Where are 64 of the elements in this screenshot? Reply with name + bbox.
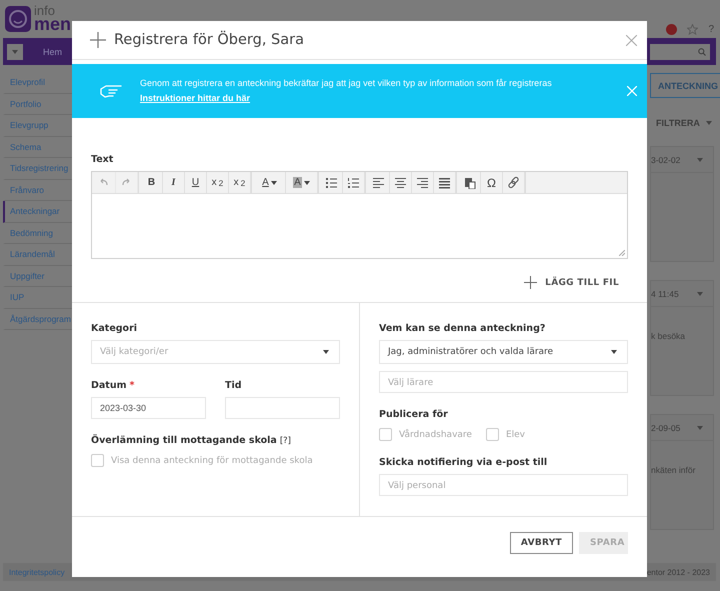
time-field[interactable] <box>225 397 340 419</box>
note-text: k besöka <box>651 331 686 341</box>
field-label: Datum * <box>91 380 136 391</box>
star-icon[interactable] <box>687 24 698 35</box>
text-label: Text <box>91 154 114 165</box>
numbered-list-icon <box>347 176 360 189</box>
note-text: nkäten inför <box>651 465 696 475</box>
bold-button[interactable]: B <box>141 172 163 193</box>
bullet-list-icon <box>325 176 338 189</box>
note-date: 3-02-02 <box>651 154 680 164</box>
background-color-button[interactable]: A <box>286 172 318 193</box>
cancel-button[interactable]: AVBRYT <box>510 532 573 554</box>
menu-button[interactable] <box>7 44 23 60</box>
special-character-button[interactable]: Ω <box>481 172 503 193</box>
field-label: Publicera för <box>379 409 449 420</box>
teacher-field[interactable]: Välj lärare <box>379 371 628 393</box>
help-link[interactable]: ? <box>708 24 714 35</box>
field-label: Överlämning till mottagande skola [?] <box>91 435 292 446</box>
copyright-text: entor 2012 - 2023 <box>646 568 710 576</box>
caret-icon[interactable] <box>697 158 703 162</box>
filter-button[interactable]: FILTRERA <box>656 118 700 128</box>
resize-grip-icon[interactable] <box>619 250 625 256</box>
note-date: 4 11:45 <box>651 288 679 298</box>
close-button[interactable] <box>626 34 637 46</box>
privacy-link[interactable]: Integritetspolicy <box>9 568 65 576</box>
banner-text: Genom att registrera en anteckning bekräftar jag att jag vet vilken typ av information som får registreras <box>140 78 552 88</box>
date-field[interactable]: 2023-03-30 <box>91 397 206 419</box>
plus-icon <box>524 276 538 289</box>
note-date: 2-09-05 <box>651 422 680 432</box>
handover-checkbox[interactable]: Visa denna anteckning för mottagande skola <box>91 454 340 467</box>
italic-button[interactable]: I <box>163 172 185 193</box>
search-icon <box>698 48 706 56</box>
logo-text: men <box>34 15 72 33</box>
field-label: Tid <box>225 380 243 391</box>
caret-icon <box>706 121 712 125</box>
dialog-title: Registrera för Öberg, Sara <box>114 32 305 48</box>
align-left-icon <box>372 176 385 189</box>
category-select[interactable]: Välj kategori/er <box>91 340 340 364</box>
visibility-select[interactable]: Jag, administratörer och valda lärare <box>379 340 628 364</box>
field-label: Vem kan se denna anteckning? <box>379 323 546 334</box>
staff-field[interactable]: Välj personal <box>379 474 628 496</box>
field-label: Skicka notifiering via e-post till <box>379 457 548 468</box>
publish-checkbox[interactable]: Vårdnadshavare <box>379 428 472 441</box>
add-file-button[interactable]: LÄGG TILL FIL <box>524 276 628 289</box>
link-icon <box>507 176 520 189</box>
plus-icon <box>90 32 106 48</box>
pointing-hand-icon <box>100 83 122 99</box>
align-center-icon <box>394 176 407 189</box>
close-banner-button[interactable] <box>627 86 637 96</box>
nav-link[interactable]: Hem <box>43 46 62 56</box>
new-note-button[interactable]: ANTECKNING <box>650 73 720 98</box>
align-right-icon <box>416 176 429 189</box>
instructions-link[interactable]: Instruktioner hittar du här <box>140 93 250 103</box>
caret-icon[interactable] <box>697 292 703 296</box>
justify-icon <box>438 176 451 189</box>
logo-icon <box>5 6 31 32</box>
paste-icon <box>463 176 476 189</box>
caret-icon[interactable] <box>697 426 703 430</box>
publish-checkbox[interactable]: Elev <box>486 428 526 441</box>
field-label: Kategori <box>91 323 138 334</box>
text-color-button[interactable]: A <box>254 172 286 193</box>
search-field[interactable] <box>648 42 712 62</box>
underline-button[interactable]: U <box>185 172 207 193</box>
notification-badge-icon[interactable] <box>666 24 678 35</box>
